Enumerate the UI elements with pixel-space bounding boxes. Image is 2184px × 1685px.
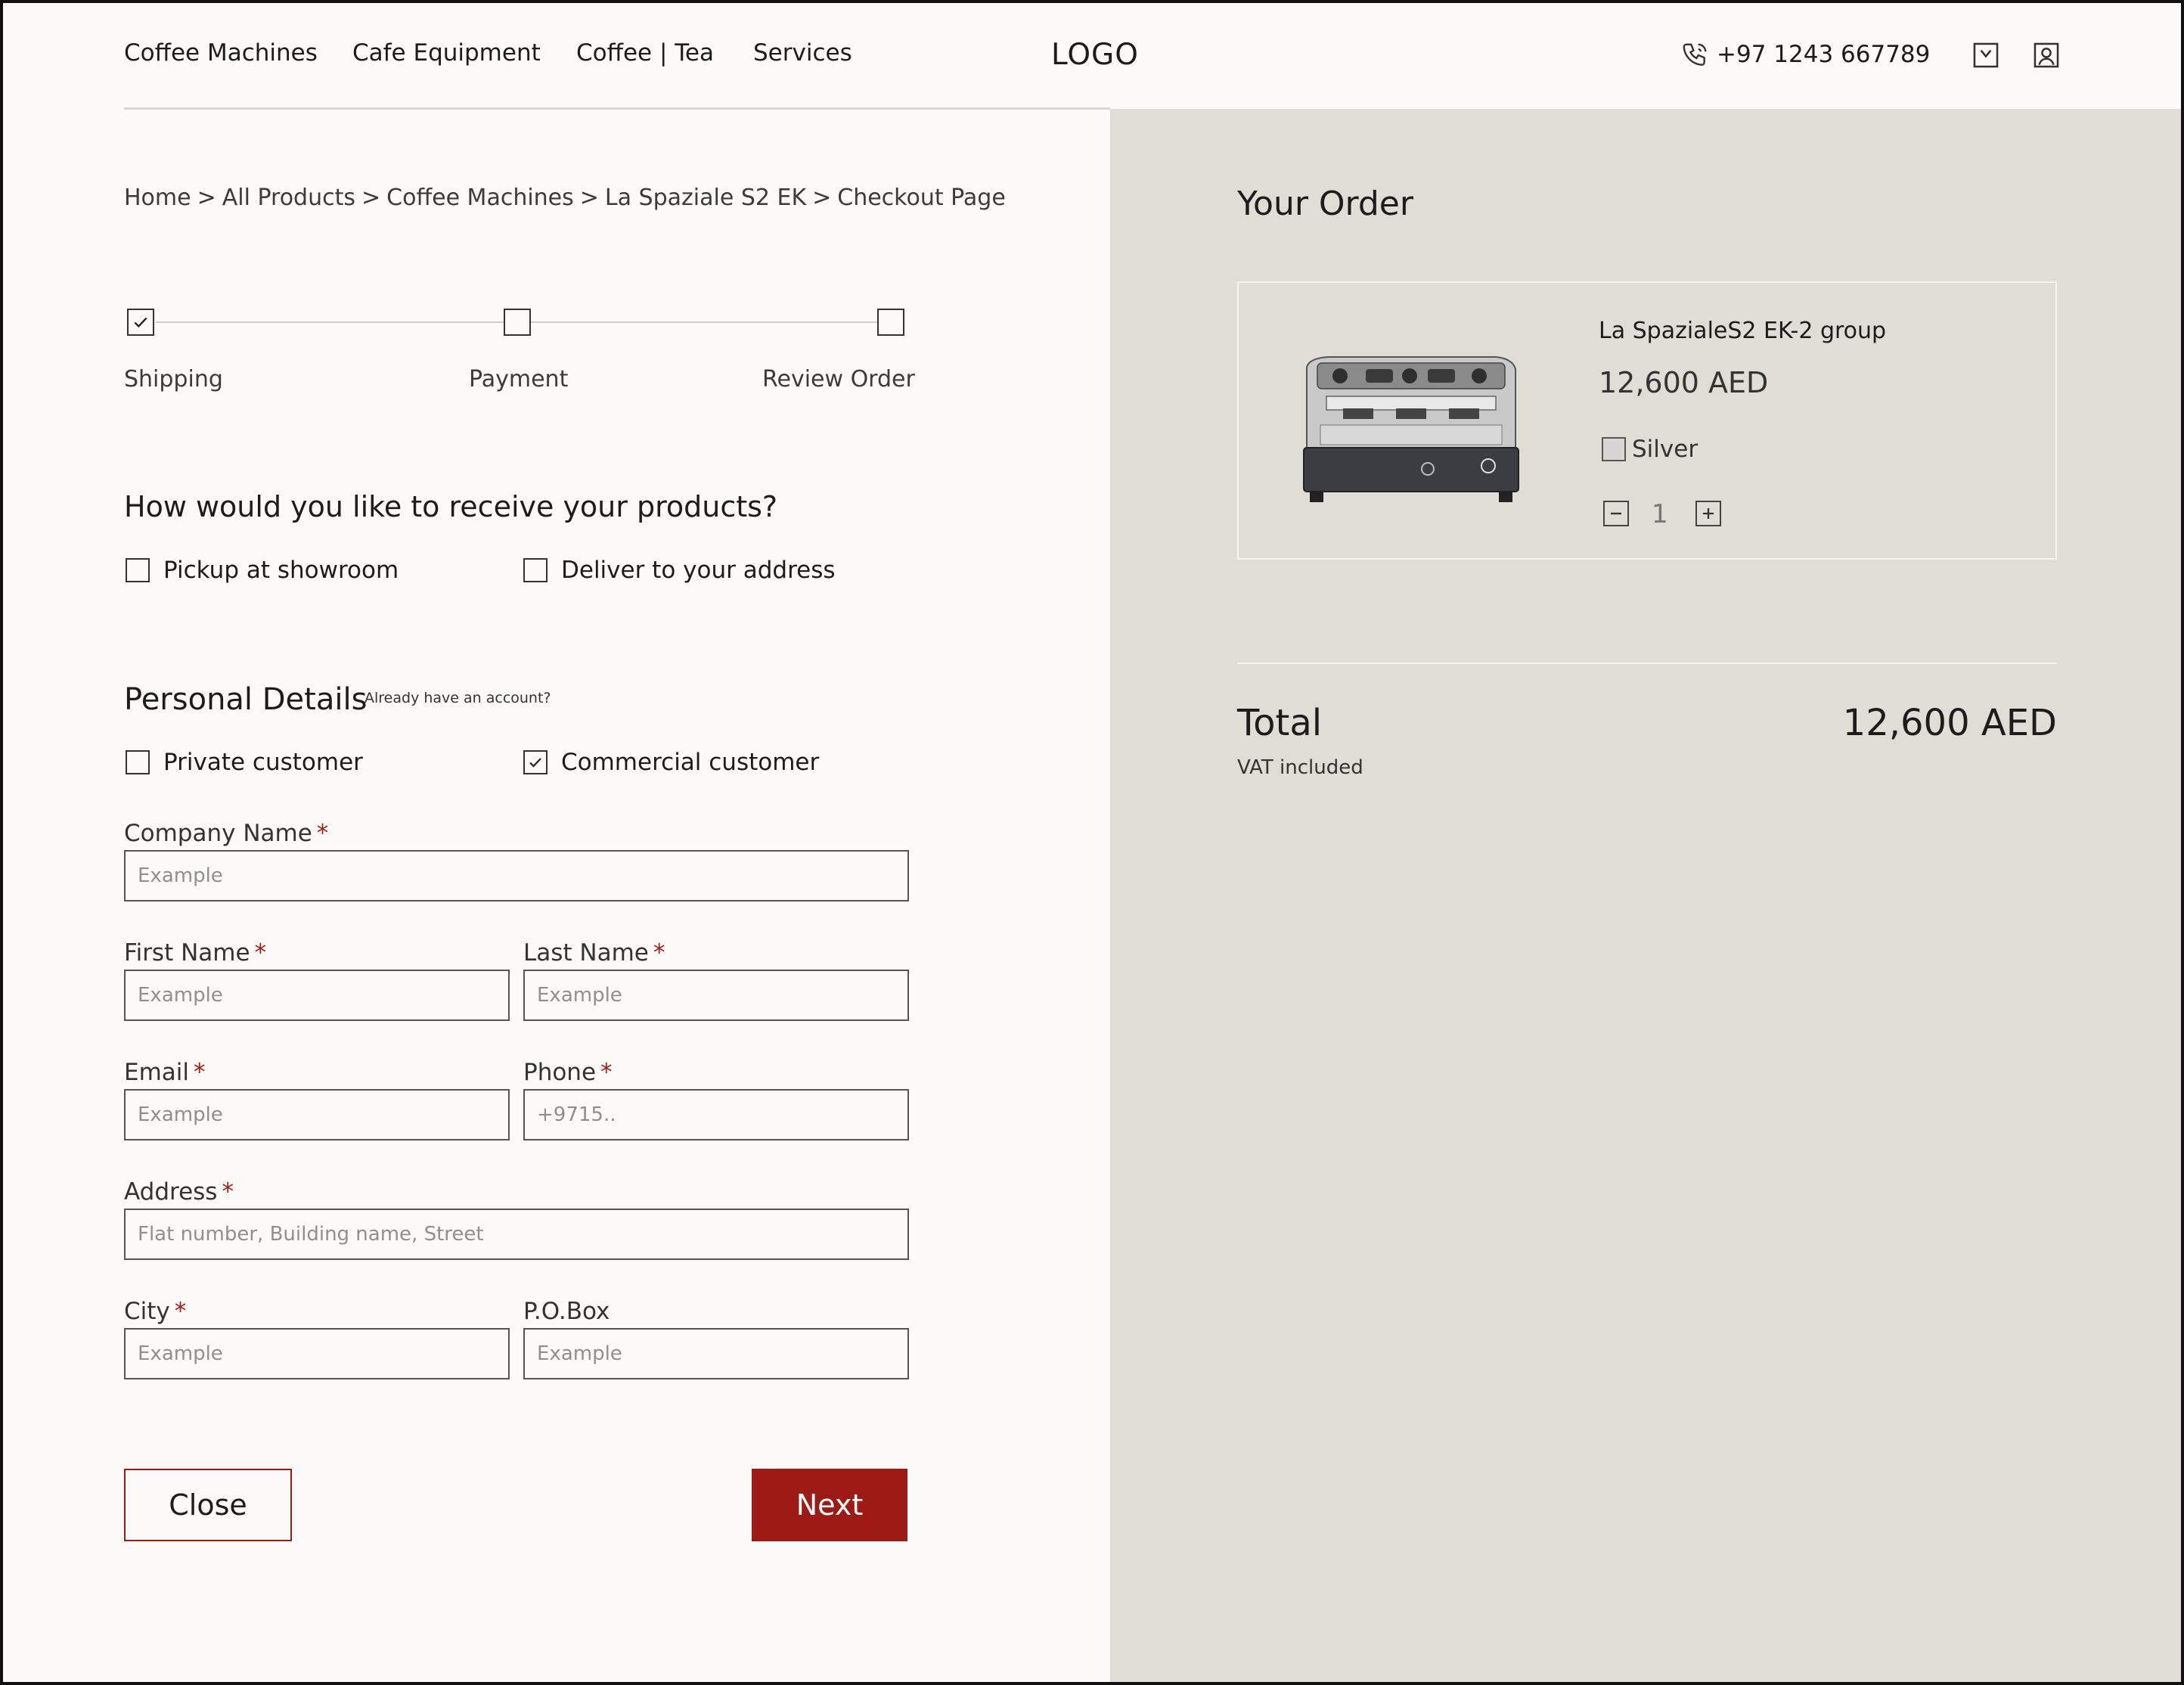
- breadcrumb-current-page: Checkout Page: [837, 185, 1006, 211]
- option-label: Pickup at showroom: [163, 557, 399, 584]
- label-text: First Name: [124, 939, 250, 967]
- breadcrumb-home[interactable]: Home: [124, 185, 191, 211]
- already-have-account-link[interactable]: Already have an account?: [365, 690, 551, 706]
- checkbox[interactable]: [523, 750, 548, 774]
- company-name-label: Company Name *: [124, 820, 328, 847]
- label-text: Address: [124, 1178, 218, 1206]
- breadcrumb-separator: >: [812, 185, 832, 211]
- nav-services[interactable]: Services: [753, 39, 852, 67]
- step-label-review: Review Order: [762, 366, 915, 393]
- delivery-question: How would you like to receive your produ…: [124, 490, 778, 523]
- product-name[interactable]: La SpazialeS2 EK-2 group: [1599, 318, 1886, 344]
- quantity-increase-button[interactable]: [1695, 501, 1721, 526]
- checkbox[interactable]: [523, 558, 548, 582]
- required-mark: *: [600, 1059, 613, 1086]
- header-divider: [124, 107, 1110, 110]
- option-label: Deliver to your address: [561, 557, 836, 584]
- breadcrumb: Home > All Products > Coffee Machines > La Spa…: [124, 185, 1006, 211]
- company-name-input[interactable]: [124, 850, 909, 901]
- first-name-label: First Name *: [124, 939, 266, 967]
- nav-cafe-equipment[interactable]: Cafe Equipment: [352, 39, 541, 67]
- espresso-machine-image: [1303, 356, 1519, 502]
- required-mark: *: [222, 1178, 234, 1206]
- required-mark: *: [174, 1298, 187, 1325]
- total-label: Total: [1237, 702, 1323, 744]
- label-text: Company Name: [124, 820, 312, 847]
- option-pickup-showroom[interactable]: Pickup at showroom: [126, 557, 399, 584]
- option-label: Private customer: [163, 749, 363, 776]
- nav-coffee-tea[interactable]: Coffee | Tea: [576, 39, 714, 67]
- address-input[interactable]: [124, 1209, 909, 1260]
- step-label-payment: Payment: [469, 366, 569, 393]
- pobox-input[interactable]: [523, 1328, 909, 1379]
- pobox-label: P.O.Box: [523, 1298, 610, 1325]
- checkmark-icon: [529, 758, 541, 768]
- label-text: Last Name: [523, 939, 649, 967]
- user-icon[interactable]: [2032, 41, 2061, 70]
- phone-label: Phone *: [523, 1059, 613, 1086]
- address-label: Address *: [124, 1178, 234, 1206]
- required-mark: *: [316, 820, 329, 847]
- checkmark-icon: [134, 317, 147, 328]
- breadcrumb-coffee-machines[interactable]: Coffee Machines: [386, 185, 574, 211]
- required-mark: *: [194, 1059, 206, 1086]
- checkbox[interactable]: [126, 750, 150, 774]
- color-label: Silver: [1632, 436, 1698, 463]
- breadcrumb-separator: >: [361, 185, 381, 211]
- last-name-input[interactable]: [523, 970, 909, 1021]
- breadcrumb-product[interactable]: La Spaziale S2 EK: [605, 185, 806, 211]
- total-value: 12,600 AED: [1842, 702, 2057, 744]
- your-order-title: Your Order: [1237, 185, 1413, 223]
- header-phone-number[interactable]: +97 1243 667789: [1717, 41, 1930, 68]
- label-text: Email: [124, 1059, 190, 1086]
- minus-icon: [1611, 512, 1621, 515]
- nav-coffee-machines[interactable]: Coffee Machines: [124, 39, 318, 67]
- close-button[interactable]: Close: [124, 1469, 292, 1541]
- site-logo[interactable]: LOGO: [1051, 38, 1139, 72]
- step-payment-checkbox[interactable]: [504, 309, 531, 336]
- required-mark: *: [653, 939, 665, 967]
- city-input[interactable]: [124, 1328, 510, 1379]
- last-name-label: Last Name *: [523, 939, 665, 967]
- first-name-input[interactable]: [124, 970, 510, 1021]
- vat-note: VAT included: [1237, 756, 1363, 779]
- step-review-checkbox[interactable]: [877, 309, 904, 336]
- color-swatch-silver[interactable]: [1602, 437, 1626, 461]
- breadcrumb-separator: >: [197, 185, 216, 211]
- product-price: 12,600 AED: [1599, 366, 1769, 399]
- site-header: Coffee Machines Cafe Equipment Coffee | …: [0, 0, 2184, 109]
- required-mark: *: [254, 939, 267, 967]
- next-button[interactable]: Next: [752, 1469, 907, 1541]
- quantity-decrease-button[interactable]: [1603, 501, 1629, 526]
- label-text: City: [124, 1298, 170, 1325]
- phone-icon: [1683, 43, 1707, 66]
- quantity-value: 1: [1652, 499, 1668, 529]
- checkbox[interactable]: [126, 558, 150, 582]
- email-label: Email *: [124, 1059, 206, 1086]
- breadcrumb-separator: >: [579, 185, 599, 211]
- phone-input[interactable]: [523, 1089, 909, 1140]
- step-label-shipping: Shipping: [124, 366, 223, 393]
- step-shipping-checkbox[interactable]: [127, 309, 154, 336]
- label-text: Phone: [523, 1059, 597, 1086]
- option-label: Commercial customer: [561, 749, 820, 776]
- personal-details-title: Personal Details: [124, 682, 368, 717]
- option-private-customer[interactable]: Private customer: [126, 749, 363, 776]
- city-label: City *: [124, 1298, 186, 1325]
- email-input[interactable]: [124, 1089, 510, 1140]
- option-deliver-address[interactable]: Deliver to your address: [523, 557, 836, 584]
- summary-divider: [1237, 663, 2057, 664]
- cart-icon[interactable]: [1971, 41, 2000, 70]
- plus-icon: [1703, 508, 1714, 519]
- option-commercial-customer[interactable]: Commercial customer: [523, 749, 819, 776]
- breadcrumb-all-products[interactable]: All Products: [222, 185, 355, 211]
